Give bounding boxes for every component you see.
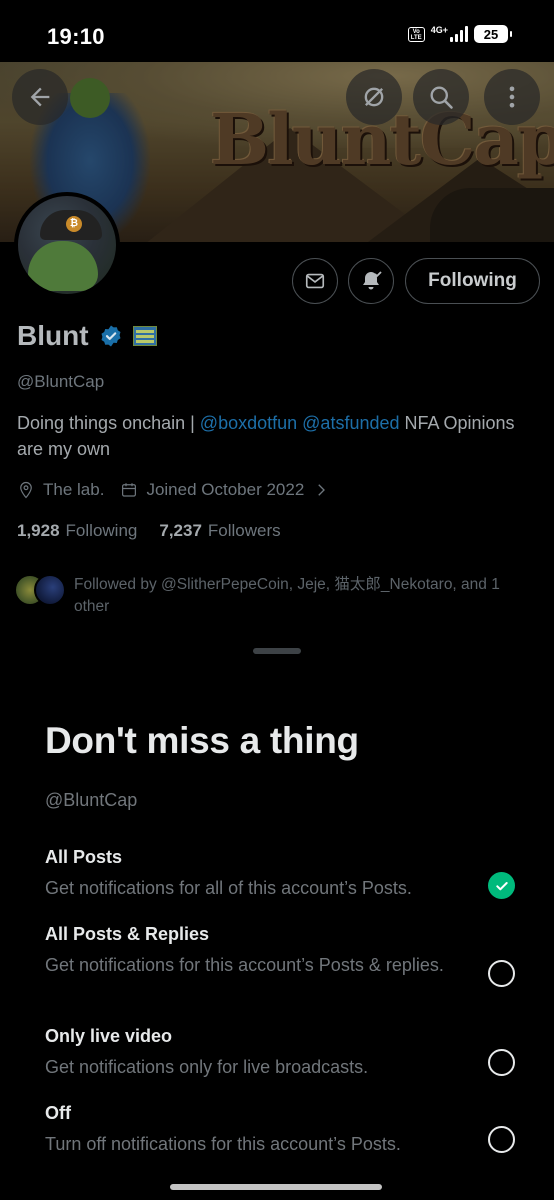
profile-meta: The lab. Joined October 2022 [17, 480, 338, 500]
status-icons: Vo LTE 4G+ 25 [407, 25, 512, 43]
network-type-label: 4G+ [430, 25, 448, 35]
option-all-posts-replies[interactable]: All Posts & Replies Get notifications fo… [45, 924, 515, 987]
profile-bio: Doing things onchain | @boxdotfun @atsfu… [17, 413, 515, 459]
profile-joined-date: Joined October 2022 [146, 480, 305, 499]
followers-stat[interactable]: 7,237 Followers [159, 521, 280, 541]
profile-handle: @BluntCap [17, 372, 105, 391]
location-pin-icon [20, 481, 32, 499]
follower-avatar [34, 574, 66, 606]
grok-button[interactable] [346, 69, 402, 125]
back-button[interactable] [12, 69, 68, 125]
status-time: 19:10 [47, 24, 105, 49]
back-arrow-icon [30, 87, 50, 107]
following-button[interactable]: Following [405, 258, 540, 304]
followed-by-row[interactable]: Followed by @SlitherPepeCoin, Jeje, 猫太郎_… [14, 574, 534, 618]
radio-unselected[interactable] [488, 960, 515, 987]
envelope-icon [305, 273, 325, 289]
sheet-drag-handle[interactable] [253, 648, 301, 654]
option-off[interactable]: Off Turn off notifications for this acco… [45, 1103, 515, 1157]
profile-location: The lab. [43, 480, 105, 499]
home-indicator[interactable] [170, 1184, 382, 1190]
following-stat[interactable]: 1,928 Following [17, 521, 137, 541]
signal-icon [450, 26, 468, 42]
option-only-live-video[interactable]: Only live video Get notifications only f… [45, 1026, 515, 1080]
notification-settings-sheet: Don't miss a thing @BluntCap All Posts G… [0, 638, 554, 1200]
chevron-right-icon[interactable] [312, 481, 330, 499]
search-button[interactable] [413, 69, 469, 125]
more-options-button[interactable] [484, 69, 540, 125]
volte-icon: Vo LTE [407, 26, 425, 42]
profile-avatar[interactable]: ₿ [14, 192, 120, 298]
radio-unselected[interactable] [488, 1049, 515, 1076]
message-button[interactable] [292, 258, 338, 304]
grok-icon [364, 87, 384, 107]
bell-check-icon [363, 271, 382, 290]
verified-badge-icon[interactable] [99, 324, 123, 348]
checkmark-icon [495, 881, 508, 890]
more-vertical-icon [509, 86, 515, 108]
sheet-title: Don't miss a thing [45, 720, 359, 761]
sheet-handle: @BluntCap [45, 790, 138, 810]
display-name: Blunt [17, 320, 89, 351]
radio-selected[interactable] [488, 872, 515, 899]
followed-by-text: Followed by @SlitherPepeCoin, Jeje, 猫太郎_… [74, 576, 500, 615]
calendar-icon [122, 483, 137, 497]
search-icon [430, 86, 453, 109]
battery-icon: 25 [474, 25, 512, 43]
status-bar: 19:10 Vo LTE 4G+ 25 [0, 0, 554, 62]
option-all-posts[interactable]: All Posts Get notifications for all of t… [45, 847, 515, 901]
profile-name-row: Blunt [17, 320, 157, 352]
radio-unselected[interactable] [488, 1126, 515, 1153]
bio-link-atsfunded[interactable]: @atsfunded [302, 413, 399, 433]
affiliate-badge-icon[interactable] [132, 326, 157, 346]
profile-stats: 1,928 Following 7,237 Followers [17, 521, 281, 541]
bio-link-boxdotfun[interactable]: @boxdotfun [200, 413, 297, 433]
notifications-button[interactable] [348, 258, 394, 304]
